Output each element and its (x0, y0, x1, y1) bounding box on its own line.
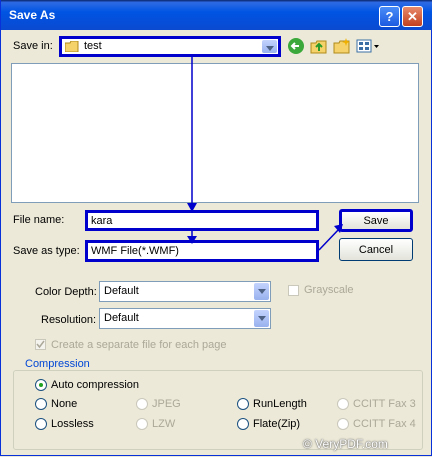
jpeg-label: JPEG (152, 398, 181, 410)
auto-compression-radio[interactable] (35, 379, 47, 391)
separate-file-label: Create a separate file for each page (51, 339, 227, 351)
save-as-dialog: Save As ? ✕ Save in: test File name: kar… (0, 0, 432, 456)
resolution-combo[interactable]: Default (99, 308, 271, 329)
lossless-radio[interactable] (35, 418, 47, 430)
chevron-down-icon[interactable] (254, 283, 269, 300)
flate-radio[interactable] (237, 418, 249, 430)
ccitt3-radio[interactable] (337, 398, 349, 410)
lzw-label: LZW (152, 418, 176, 430)
chevron-down-icon[interactable] (254, 310, 269, 327)
compression-group-label: Compression (23, 358, 92, 370)
auto-compression-label: Auto compression (51, 379, 140, 391)
resolution-value: Default (104, 312, 139, 324)
color-depth-value: Default (104, 285, 139, 297)
color-depth-label: Color Depth: (35, 286, 97, 298)
runlength-radio[interactable] (237, 398, 249, 410)
flate-label: Flate(Zip) (253, 418, 301, 430)
grayscale-label: Grayscale (304, 284, 354, 296)
resolution-label: Resolution: (41, 314, 97, 326)
ccitt4-radio[interactable] (337, 418, 349, 430)
lossless-label: Lossless (51, 418, 94, 430)
grayscale-checkbox[interactable] (288, 285, 299, 296)
ccitt3-label: CCITT Fax 3 (353, 398, 416, 410)
separate-file-checkbox[interactable] (35, 339, 46, 350)
none-radio[interactable] (35, 398, 47, 410)
runlength-label: RunLength (253, 398, 307, 410)
lzw-radio[interactable] (136, 418, 148, 430)
watermark: © VeryPDF.com (303, 437, 388, 451)
ccitt4-label: CCITT Fax 4 (353, 418, 416, 430)
none-label: None (51, 398, 78, 410)
jpeg-radio[interactable] (136, 398, 148, 410)
color-depth-combo[interactable]: Default (99, 281, 271, 302)
